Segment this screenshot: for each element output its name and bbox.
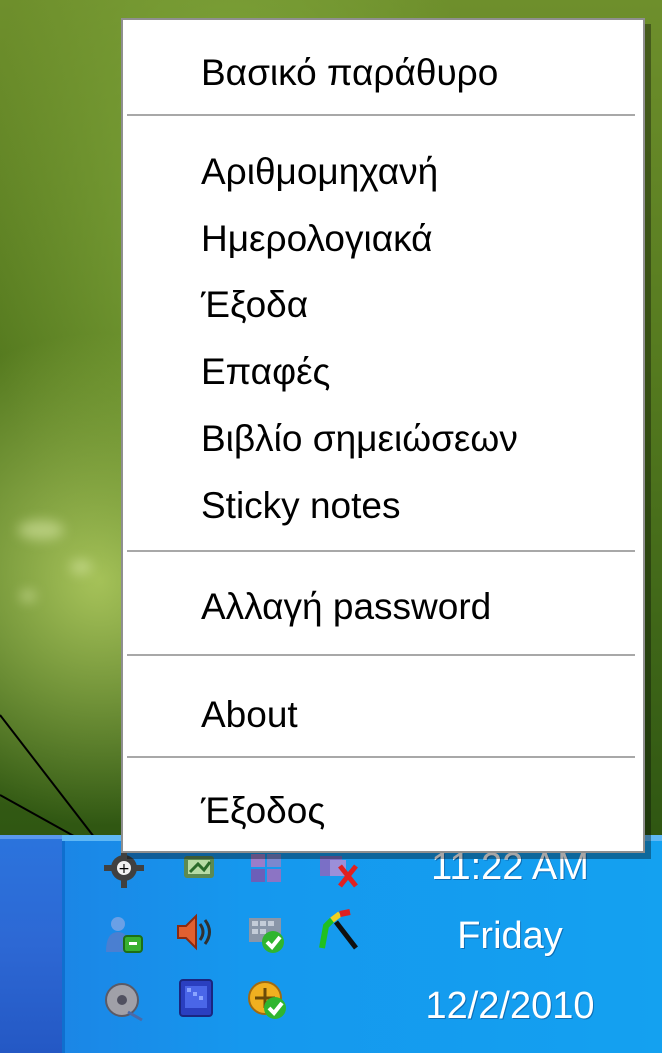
clock-day[interactable]: Friday [385, 915, 635, 958]
tray-context-menu: Βασικό παράθυρο Αριθμομηχανή Ημερολογιακ… [121, 18, 645, 853]
menu-item-notebook[interactable]: Βιβλίο σημειώσεων [123, 408, 643, 470]
menu-separator [127, 654, 635, 658]
menu-item-calculator[interactable]: Αριθμομηχανή [123, 141, 643, 203]
menu-item-contacts[interactable]: Επαφές [123, 341, 643, 403]
menu-separator [127, 756, 635, 760]
colorful-pen-icon[interactable] [316, 908, 360, 952]
menu-item-sticky-notes[interactable]: Sticky notes [123, 475, 643, 537]
menu-item-change-password[interactable]: Αλλαγή password [123, 576, 643, 638]
menu-item-expenses[interactable]: Έξοδα [123, 274, 643, 336]
menu-item-about[interactable]: About [123, 684, 643, 746]
volume-speaker-icon[interactable] [172, 910, 216, 954]
wallpaper-highlight [20, 590, 36, 602]
update-check-icon[interactable] [245, 978, 289, 1022]
svg-text:+: + [118, 861, 130, 877]
wallpaper-highlight [18, 520, 64, 540]
wallpaper-highlight [70, 560, 92, 574]
messenger-user-icon[interactable] [102, 912, 146, 956]
menu-item-exit[interactable]: Έξοδος [123, 780, 643, 842]
menu-item-calendars[interactable]: Ημερολογιακά [123, 208, 643, 270]
clock-date[interactable]: 12/2/2010 [385, 985, 635, 1028]
menu-separator [127, 114, 635, 118]
menu-item-main-window[interactable]: Βασικό παράθυρο [123, 42, 643, 104]
cd-drive-icon[interactable] [102, 978, 146, 1022]
security-center-shield-icon[interactable] [245, 912, 289, 956]
taskbar-edge [0, 835, 62, 839]
menu-separator [127, 550, 635, 554]
taskbar-left [0, 835, 62, 1053]
display-settings-icon[interactable] [174, 976, 218, 1020]
